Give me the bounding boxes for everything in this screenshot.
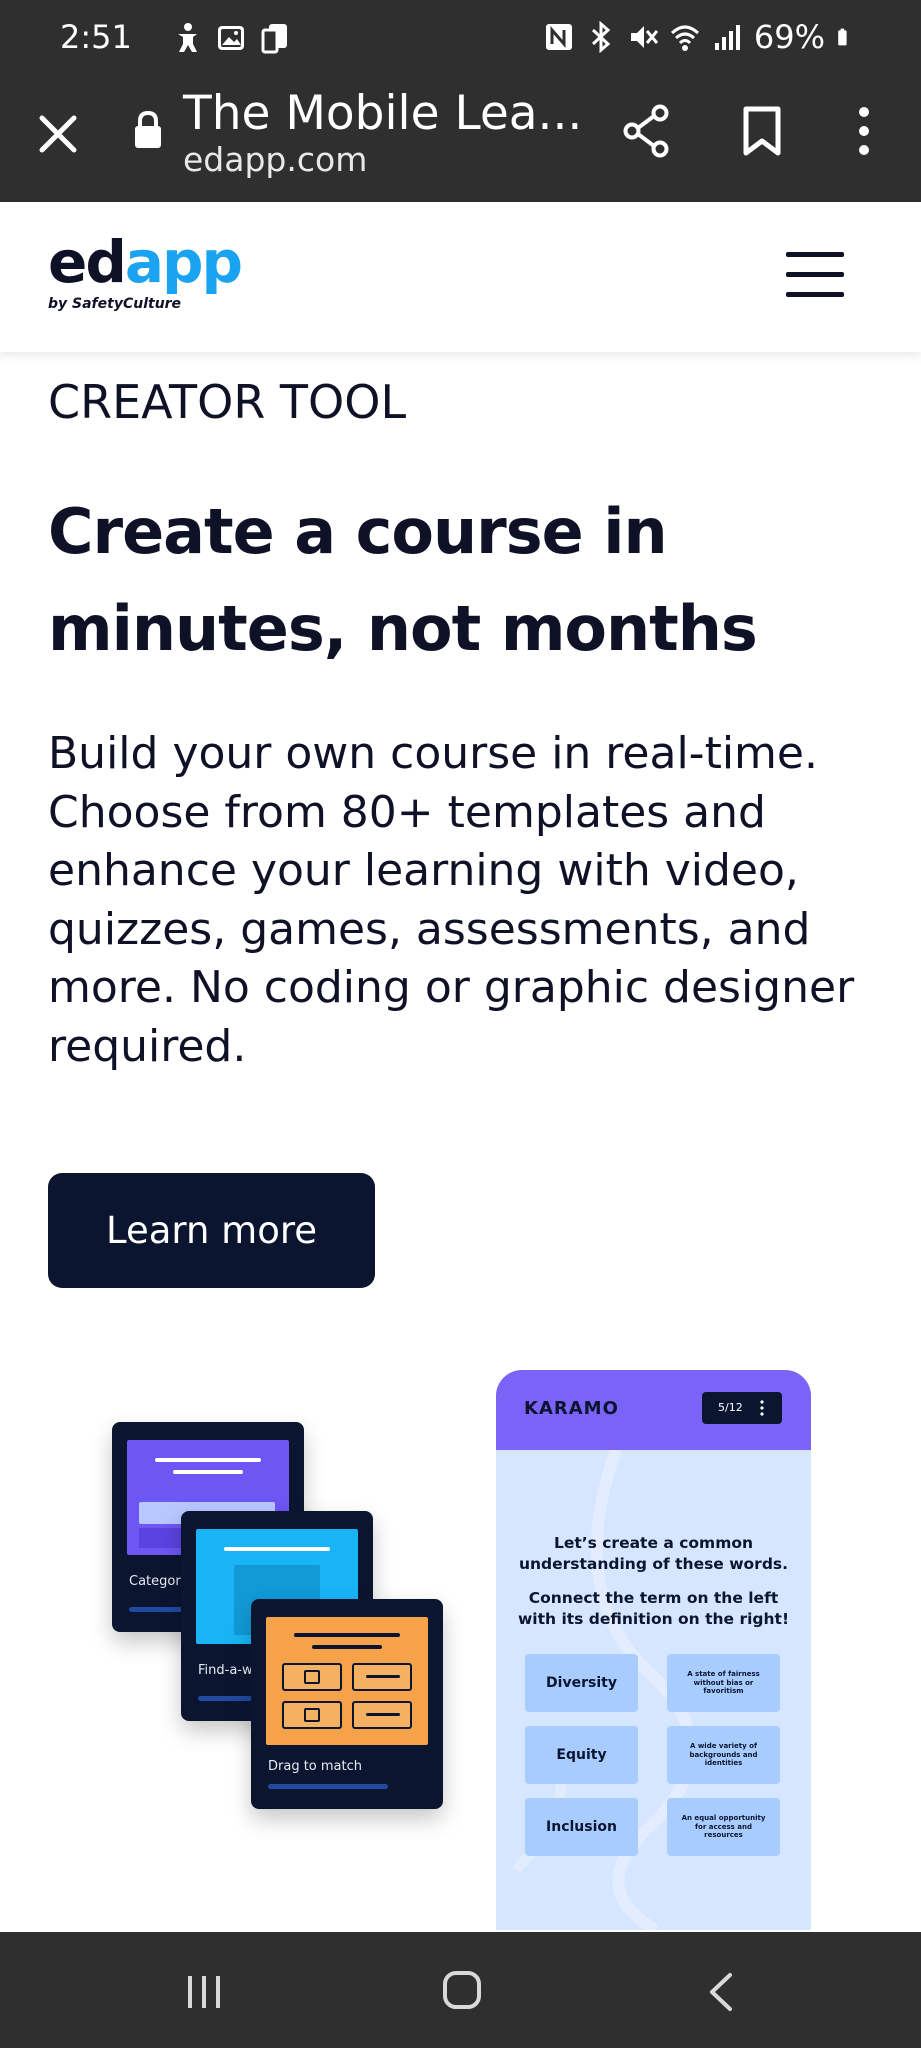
- home-icon[interactable]: [442, 1970, 482, 2010]
- template-card-drag-to-match: Drag to match: [251, 1599, 443, 1809]
- accessibility-icon: [178, 23, 197, 52]
- system-nav-bar: [0, 1932, 921, 2048]
- slide-counter-text: 5/12: [718, 1401, 743, 1414]
- nfc-icon: [545, 24, 572, 50]
- copy-icon: [261, 24, 287, 54]
- learn-more-button[interactable]: Learn more: [48, 1173, 375, 1288]
- term-tile: Inclusion: [525, 1798, 638, 1856]
- definition-tile: A wide variety of backgrounds and identi…: [667, 1726, 780, 1784]
- share-icon[interactable]: [622, 104, 672, 158]
- hero-headline: Create a course in minutes, not months: [48, 495, 758, 665]
- signal-icon: [714, 25, 740, 50]
- lock-icon: [135, 110, 161, 148]
- logo-text-primary: ed: [48, 228, 127, 296]
- phone-mockup: KARAMO 5/12 Let’s create a common unders…: [496, 1370, 811, 1930]
- url-text[interactable]: edapp.com: [183, 140, 367, 179]
- mute-icon: [630, 26, 658, 48]
- slide-counter: 5/12: [702, 1392, 782, 1424]
- more-vert-icon: [760, 1400, 764, 1416]
- phone-prompt-2: Connect the term on the left with its de…: [517, 1589, 790, 1628]
- logo-text-accent: app: [124, 228, 243, 296]
- section-eyebrow: CREATOR TOOL: [48, 375, 407, 429]
- status-time: 2:51: [60, 18, 132, 56]
- close-icon[interactable]: [36, 112, 80, 156]
- card-preview: [266, 1617, 428, 1745]
- notification-icons: [172, 22, 290, 54]
- battery-percent: 69%: [753, 18, 825, 56]
- hamburger-menu-icon[interactable]: [786, 252, 844, 297]
- card-progress-bar: [268, 1784, 388, 1789]
- bluetooth-icon: [591, 21, 611, 53]
- logo-tagline: by SafetyCulture: [48, 296, 182, 312]
- hero-description: Build your own course in real-time. Choo…: [48, 728, 855, 1072]
- phone-brand: KARAMO: [524, 1398, 619, 1419]
- phone-prompt-1: Let’s create a common understanding of t…: [518, 1534, 789, 1573]
- battery-icon: [838, 28, 847, 46]
- more-vert-icon[interactable]: [856, 106, 872, 156]
- recents-icon[interactable]: [184, 1974, 224, 2010]
- card-label: Drag to match: [268, 1759, 363, 1774]
- edapp-logo[interactable]: edapp by SafetyCulture: [48, 232, 243, 312]
- browser-toolbar: The Mobile Lea... edapp.com: [0, 80, 921, 202]
- term-tile: Equity: [525, 1726, 638, 1784]
- definition-tile: A state of fairness without bias or favo…: [667, 1654, 780, 1712]
- site-header: edapp by SafetyCulture: [0, 202, 921, 352]
- term-tile: Diversity: [525, 1654, 638, 1712]
- definition-tile: An equal opportunity for access and reso…: [667, 1798, 780, 1856]
- system-status-icons: 69%: [544, 18, 855, 56]
- phone-header: KARAMO 5/12: [496, 1370, 811, 1450]
- tab-title[interactable]: The Mobile Lea...: [183, 86, 582, 141]
- image-icon: [218, 26, 244, 50]
- bookmark-icon[interactable]: [742, 106, 782, 156]
- back-icon[interactable]: [706, 1972, 734, 2012]
- wifi-icon: [670, 25, 699, 51]
- status-bar: 2:51 69%: [0, 0, 921, 80]
